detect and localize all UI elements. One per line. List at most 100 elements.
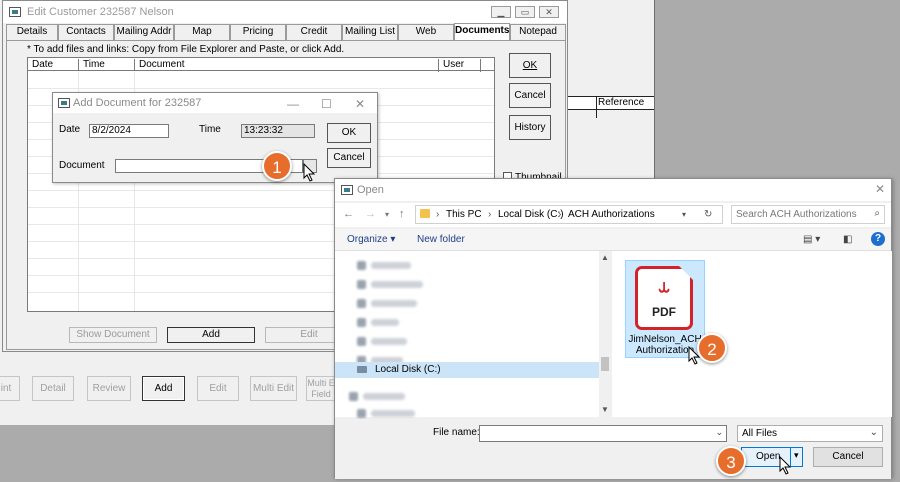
ok-button[interactable]: OK xyxy=(327,123,371,143)
new-folder-button[interactable]: New folder xyxy=(417,234,465,245)
open-dropdown-icon[interactable]: ▾ xyxy=(794,450,799,461)
show-document-button[interactable]: Show Document xyxy=(69,327,157,343)
breadcrumb-this-pc[interactable]: This PC xyxy=(446,209,482,220)
pdf-type-label: PDF xyxy=(652,305,676,319)
cursor-icon xyxy=(779,456,792,475)
tab-pricing[interactable]: Pricing xyxy=(230,24,286,40)
time-label: Time xyxy=(199,124,221,135)
forward-arrow-icon[interactable]: → xyxy=(365,208,376,220)
bg-multi-edit-button[interactable]: Multi Edit xyxy=(250,376,297,401)
organize-label: Organize xyxy=(347,234,388,245)
close-icon[interactable]: ✕ xyxy=(539,6,559,18)
cursor-icon xyxy=(303,163,316,182)
tab-credit[interactable]: Credit xyxy=(286,24,342,40)
chevron-down-icon[interactable]: ⌄ xyxy=(715,427,723,438)
date-label: Date xyxy=(59,124,81,135)
chevron-down-icon: ⌄ xyxy=(869,427,878,438)
time-column-header[interactable]: Time xyxy=(83,59,105,70)
tab-mailing-list[interactable]: Mailing List xyxy=(342,24,398,40)
open-button[interactable]: Open ▾ xyxy=(741,447,803,467)
address-bar[interactable]: › This PC › Local Disk (C:) › ACH Author… xyxy=(415,205,723,224)
address-row: ← → ▾ ↑ › This PC › Local Disk (C:) › AC… xyxy=(335,203,891,227)
document-column-header[interactable]: Document xyxy=(139,59,185,70)
breadcrumb-local-disk[interactable]: Local Disk (C:) xyxy=(498,209,564,220)
nav-scrollbar[interactable]: ▲ ▼ xyxy=(599,251,611,417)
tab-documents[interactable]: Documents xyxy=(454,23,510,41)
view-options-icon[interactable]: ▤ ▾ xyxy=(803,234,820,245)
folder-icon xyxy=(420,209,430,218)
reference-column-header: Reference xyxy=(598,97,645,108)
scroll-up-icon[interactable]: ▲ xyxy=(601,253,609,262)
bg-add-button[interactable]: Add xyxy=(142,376,185,401)
pdf-file-icon[interactable]: ⥿ PDF xyxy=(635,266,693,330)
open-file-dialog: Open ✕ ← → ▾ ↑ › This PC › Local Disk (C… xyxy=(334,178,892,479)
time-field: 13:23:32 xyxy=(241,124,315,138)
close-icon[interactable]: ✕ xyxy=(355,97,365,111)
add-document-titlebar: Add Document for 232587 — ☐ ✕ xyxy=(53,93,377,113)
cancel-button[interactable]: Cancel xyxy=(327,148,371,168)
search-icon: ⌕ xyxy=(874,208,880,219)
tab-web[interactable]: Web xyxy=(398,24,454,40)
breadcrumb-separator-icon: › xyxy=(488,209,492,220)
command-bar: Organize ▾ New folder ▤ ▾ ◧ ? xyxy=(335,229,891,251)
bg-review-button[interactable]: Review xyxy=(87,376,131,401)
history-button[interactable]: History xyxy=(509,115,551,140)
date-field[interactable]: 8/2/2024 xyxy=(89,124,169,138)
minimize-icon[interactable]: — xyxy=(287,97,299,111)
bg-multi-edit-field-button[interactable]: Multi E Field xyxy=(306,376,336,401)
tab-notepad[interactable]: Notepad xyxy=(510,24,566,40)
close-icon[interactable]: ✕ xyxy=(875,182,885,196)
maximize-icon[interactable]: ▭ xyxy=(515,6,535,18)
help-icon[interactable]: ? xyxy=(871,232,885,246)
add-document-dialog: Add Document for 232587 — ☐ ✕ Date 8/2/2… xyxy=(52,92,378,183)
grid-header: Date Time Document User xyxy=(28,58,494,72)
date-column-header[interactable]: Date xyxy=(32,59,53,70)
breadcrumb-ach-authorizations[interactable]: ACH Authorizations xyxy=(568,209,655,220)
open-title: Open xyxy=(357,184,384,196)
bg-detail-button[interactable]: Detail xyxy=(32,376,74,401)
organize-menu[interactable]: Organize ▾ xyxy=(347,234,395,245)
cancel-button[interactable]: Cancel xyxy=(813,447,883,467)
file-name-field-label: File name: xyxy=(433,427,480,438)
step-badge-1: 1 xyxy=(262,151,292,181)
preview-pane-icon[interactable]: ◧ xyxy=(843,234,852,245)
document-label: Document xyxy=(59,160,105,171)
open-titlebar: Open ✕ xyxy=(335,179,891,201)
chevron-down-icon[interactable]: ▾ xyxy=(682,210,686,219)
back-arrow-icon[interactable]: ← xyxy=(343,208,354,220)
search-placeholder: Search ACH Authorizations xyxy=(736,209,857,220)
column-divider xyxy=(596,96,597,118)
edit-customer-title: Edit Customer 232587 Nelson xyxy=(27,6,174,18)
customer-tabs: Details Contacts Mailing Addr Map Pricin… xyxy=(6,23,566,41)
breadcrumb-separator-icon: › xyxy=(558,209,562,220)
recent-chevron-icon[interactable]: ▾ xyxy=(385,210,389,219)
up-arrow-icon[interactable]: ↑ xyxy=(399,208,405,220)
cancel-button[interactable]: Cancel xyxy=(509,83,551,108)
nav-item-local-disk[interactable]: Local Disk (C:) xyxy=(335,362,601,378)
maximize-icon[interactable]: ☐ xyxy=(321,97,332,111)
cursor-icon xyxy=(688,346,701,365)
bg-button-int[interactable]: int xyxy=(0,376,20,401)
tab-contacts[interactable]: Contacts xyxy=(58,24,114,40)
refresh-icon[interactable]: ↻ xyxy=(704,209,712,220)
add-button[interactable]: Add xyxy=(167,327,255,343)
user-column-header[interactable]: User xyxy=(443,59,464,70)
open-button-label: Open xyxy=(756,451,781,462)
add-files-hint: * To add files and links: Copy from File… xyxy=(27,44,345,55)
drive-icon xyxy=(357,366,367,373)
file-type-value: All Files xyxy=(742,428,778,439)
nav-item-label: Local Disk (C:) xyxy=(375,364,441,375)
scroll-down-icon[interactable]: ▼ xyxy=(601,405,609,414)
bg-edit-button[interactable]: Edit xyxy=(197,376,239,401)
tab-details[interactable]: Details xyxy=(6,24,58,40)
ok-button[interactable]: OK xyxy=(509,53,551,78)
minimize-icon[interactable]: ▁ xyxy=(491,6,511,18)
add-document-title: Add Document for 232587 xyxy=(73,97,202,109)
nav-scrollbar-thumb[interactable] xyxy=(601,357,609,371)
file-name-input[interactable]: ⌄ xyxy=(479,425,727,442)
tab-mailing-addr[interactable]: Mailing Addr xyxy=(114,24,174,40)
navigation-pane[interactable] xyxy=(335,251,611,418)
file-type-select[interactable]: All Files ⌄ xyxy=(737,425,883,442)
search-input[interactable]: Search ACH Authorizations ⌕ xyxy=(731,205,885,224)
tab-map[interactable]: Map xyxy=(174,24,230,40)
